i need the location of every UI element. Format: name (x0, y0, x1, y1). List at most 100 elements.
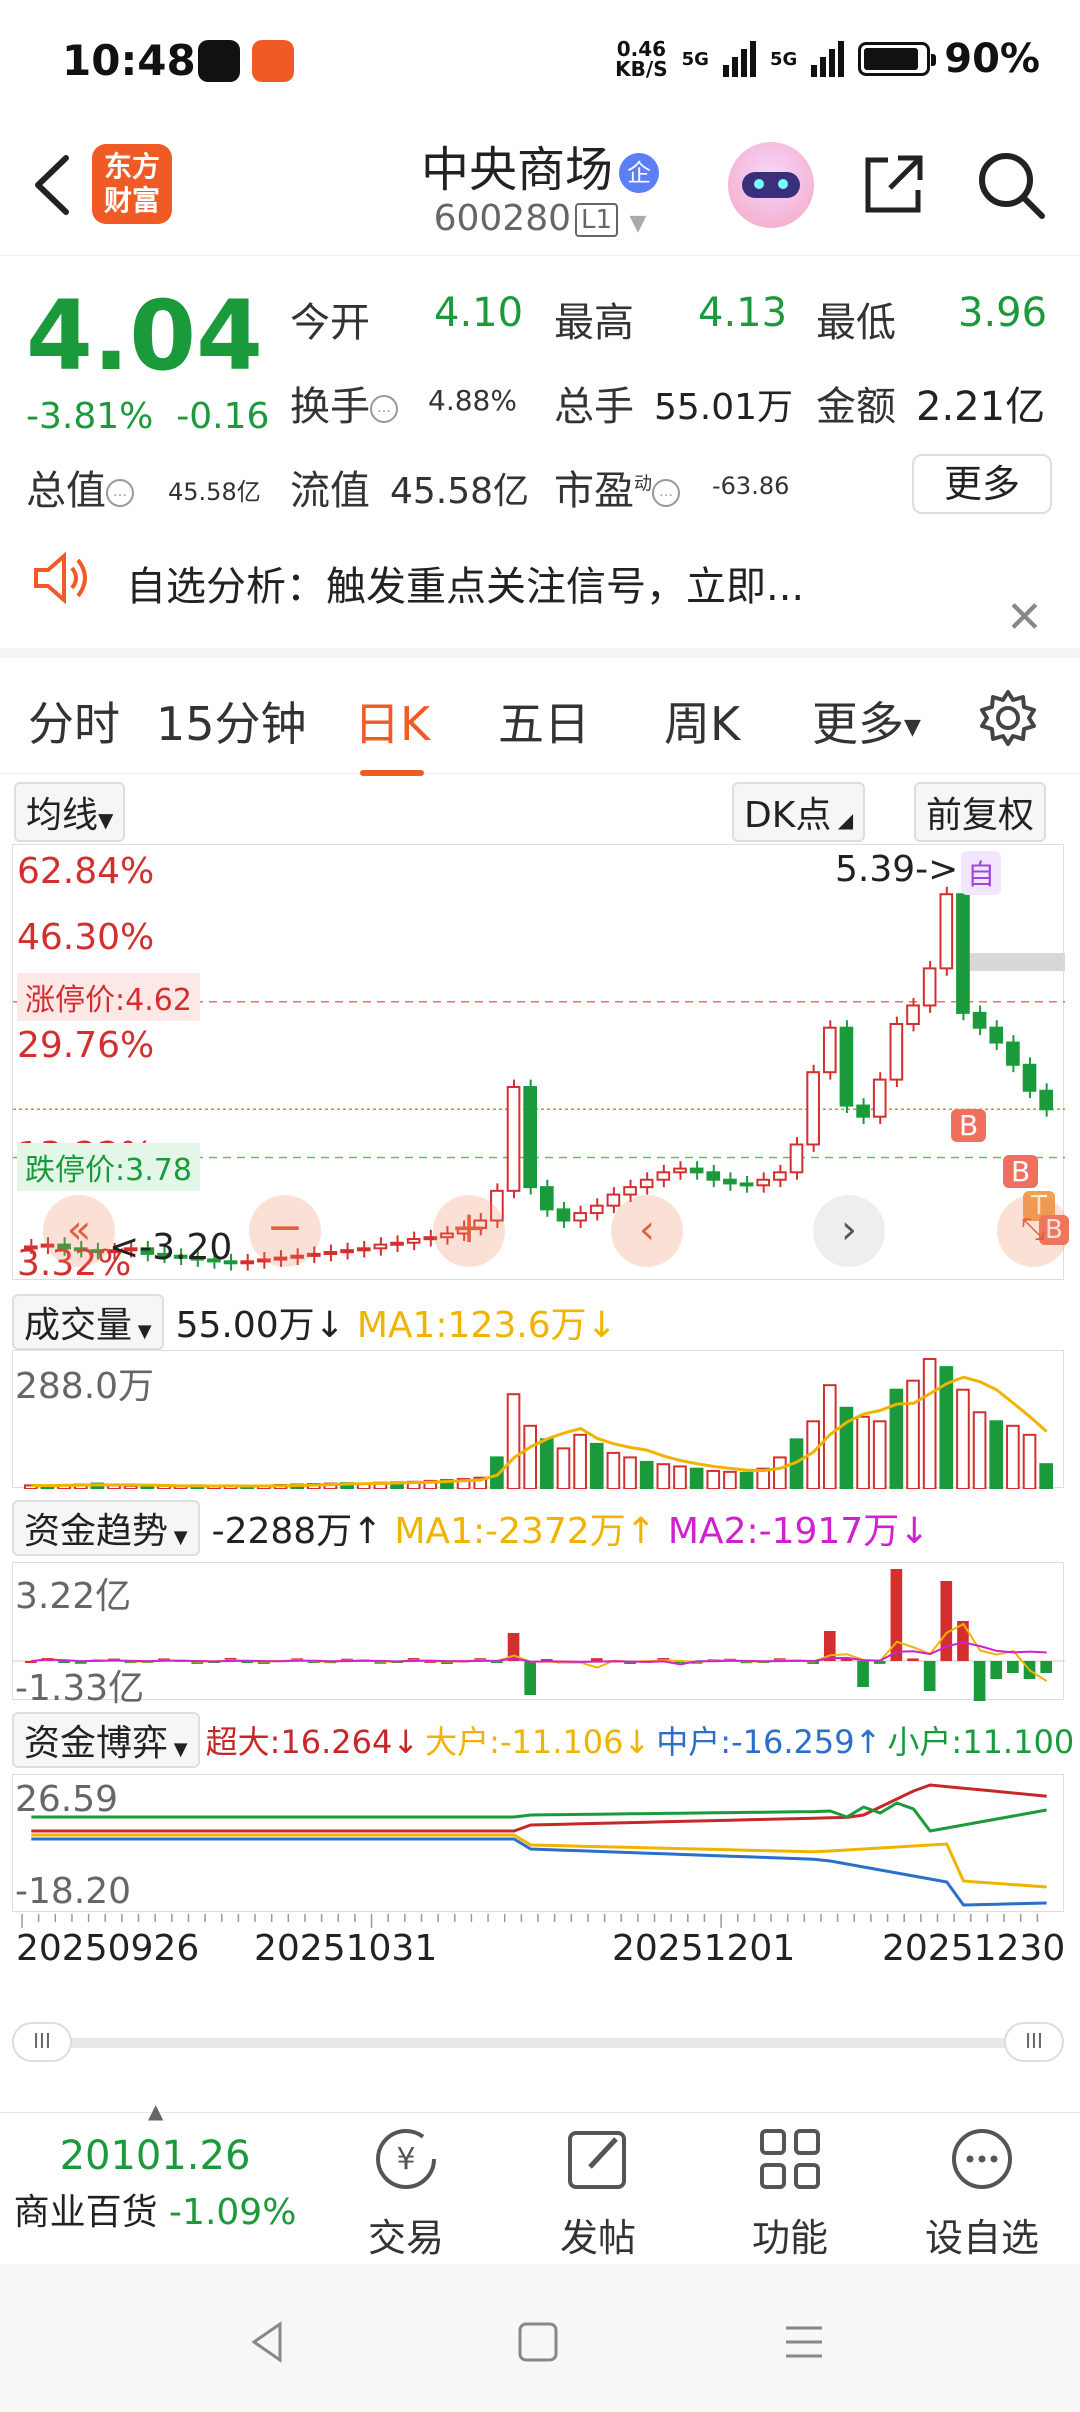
gear-icon[interactable] (978, 688, 1038, 748)
volume-bar (639, 1460, 654, 1490)
tiktok-icon (198, 40, 240, 82)
volume-bar (673, 1465, 687, 1491)
post-button[interactable]: 发帖 (518, 2121, 678, 2262)
volume-chart[interactable]: 288.0万 (12, 1350, 1064, 1491)
volume-bar (556, 1447, 571, 1490)
candle (673, 1167, 687, 1174)
candle (1022, 1063, 1037, 1092)
range-scrollbar[interactable]: III III (12, 2020, 1064, 2064)
adjust-select[interactable]: 前复权 (914, 782, 1047, 842)
close-icon[interactable]: ✕ (1006, 592, 1043, 643)
back-nav-icon[interactable] (244, 2318, 292, 2366)
fund-trend-ma2: MA2:-1917万↓ (667, 1511, 930, 1552)
high-value: 4.13 (698, 290, 788, 336)
fund-bar (857, 1661, 869, 1687)
ma-select[interactable]: 均线▼ (14, 782, 126, 842)
candle (589, 1204, 604, 1215)
tab-five-day[interactable]: 五日 (498, 688, 590, 754)
zoom-out-button[interactable]: − (249, 1195, 321, 1267)
candle (323, 1251, 338, 1256)
tab-15min[interactable]: 15分钟 (156, 688, 307, 754)
fund-trend-chart[interactable]: 3.22亿 -1.33亿 (12, 1562, 1065, 1709)
super-large-line (31, 1783, 1047, 1833)
tab-intraday[interactable]: 分时 (28, 688, 120, 754)
candle (573, 1212, 587, 1222)
share-icon[interactable] (858, 148, 930, 220)
candle (822, 1026, 837, 1074)
volume-bar (1022, 1433, 1037, 1491)
chevron-up-icon[interactable]: ▲ (148, 2099, 163, 2123)
fund-bar (990, 1661, 1003, 1679)
menu-nav-icon[interactable] (780, 2318, 828, 2366)
stock-code: 600280 (433, 198, 572, 239)
edit-icon (568, 2131, 626, 2189)
candle (240, 1260, 255, 1265)
notice-text: 自选分析：触发重点关注信号，立即... (126, 564, 805, 610)
buy-tag-2: B (1003, 1155, 1039, 1188)
scroll-left-button[interactable]: ‹ (611, 1195, 683, 1267)
add-watchlist-button[interactable]: 设自选 (902, 2121, 1062, 2262)
ai-robot-icon[interactable] (728, 142, 814, 228)
network-type: 5G (681, 48, 709, 70)
volume-bar (1039, 1463, 1054, 1491)
fund-trend-select[interactable]: 资金趋势 ▼ (12, 1500, 200, 1556)
float-value: 45.58亿 (390, 471, 530, 512)
y-label-2: 46.30% (17, 917, 155, 958)
candle (689, 1167, 704, 1174)
high-marker: 5.39-> (835, 849, 959, 890)
scroll-right-button[interactable]: › (813, 1195, 885, 1267)
trade-button[interactable]: ¥ 交易 (326, 2121, 486, 2262)
fullscreen-button[interactable]: ⤡ (997, 1195, 1069, 1267)
super-large-value: 超大:16.264↓ (205, 1723, 420, 1761)
open-value: 4.10 (434, 290, 524, 336)
medium-value: 中户:-16.259↑ (656, 1723, 882, 1761)
tab-daily-k[interactable]: 日K (354, 688, 430, 776)
candle (656, 1171, 671, 1181)
jump-start-button[interactable]: « (43, 1195, 115, 1267)
zoom-in-button[interactable]: + (433, 1195, 505, 1267)
fund-game-select[interactable]: 资金博弈 ▼ (12, 1712, 200, 1768)
function-button[interactable]: 功能 (710, 2121, 870, 2262)
fund-game-svg (31, 1783, 1047, 1907)
range-handle-right[interactable]: III (1004, 2022, 1064, 2062)
svg-text:¥: ¥ (396, 2142, 415, 2177)
index-name: 商业百货 (13, 2192, 158, 2233)
volume-bar (872, 1420, 887, 1490)
candle (939, 893, 954, 970)
kline-chart[interactable]: 62.84% 46.30% 涨停价:4.62 29.76% 13.22% 跌停价… (12, 844, 1069, 1284)
volume-bar (856, 1415, 870, 1490)
limit-up-label: 涨停价:4.62 (17, 973, 200, 1021)
speaker-icon (34, 551, 87, 605)
volume-indicator-select[interactable]: 成交量 ▼ (12, 1294, 164, 1350)
volume-bar (723, 1470, 737, 1490)
volume-bar (906, 1379, 920, 1491)
fund-bar (1007, 1661, 1019, 1673)
fund-game-chart[interactable]: 26.59 -18.20 (12, 1774, 1064, 1912)
volume-label: 总手 (554, 384, 634, 430)
search-icon[interactable] (972, 146, 1048, 222)
candle (956, 893, 970, 1014)
float-label: 流值 (290, 468, 370, 514)
turnover-label: 换手… (290, 374, 398, 432)
tab-more[interactable]: 更多▼ (812, 688, 921, 754)
tab-weekly-k[interactable]: 周K (664, 688, 740, 754)
volume-value: 55.01万 (654, 387, 794, 428)
date-label-1: 20250926 (16, 1928, 200, 1969)
total-value-label: 总值… (26, 458, 134, 516)
candle (540, 1186, 554, 1211)
more-quote-button[interactable]: 更多 (912, 454, 1052, 514)
app-notification-icon (252, 40, 294, 82)
home-nav-icon[interactable] (514, 2318, 562, 2366)
range-handle-left[interactable]: III (12, 2022, 72, 2062)
y-label-top: 62.84% (17, 851, 155, 892)
amount-value: 2.21亿 (916, 384, 1046, 430)
dk-select[interactable]: DK点 ◢ (732, 782, 866, 842)
notice-banner[interactable]: 自选分析：触发重点关注信号，立即... ✕ (0, 540, 1080, 658)
volume-value: 55.00万↓ (175, 1305, 345, 1346)
index-summary[interactable]: 20101.26 商业百货 -1.09% (0, 2133, 310, 2235)
volume-bar (739, 1471, 754, 1490)
fund-trend-legend: 资金趋势 ▼ -2288万↑ MA1:-2372万↑ MA2:-1917万↓ (12, 1500, 929, 1556)
y-label-3: 29.76% (17, 1025, 155, 1066)
candle (989, 1026, 1004, 1044)
candle (723, 1178, 737, 1185)
